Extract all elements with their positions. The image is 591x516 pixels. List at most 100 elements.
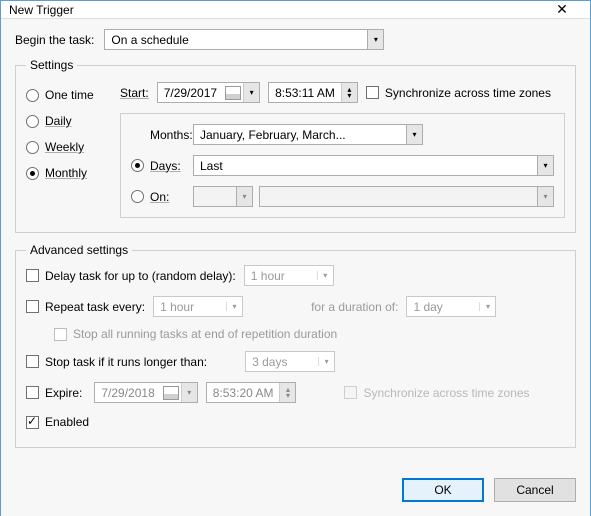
advanced-legend: Advanced settings	[26, 243, 132, 257]
delay-row: Delay task for up to (random delay): 1 h…	[26, 265, 565, 286]
chevron-down-icon: ▾	[406, 125, 422, 144]
on-label: On:	[150, 190, 187, 204]
chevron-down-icon: ▾	[236, 187, 252, 206]
on-row: On: ▾ ▾	[131, 186, 554, 207]
chevron-down-icon: ▾	[537, 187, 553, 206]
expire-row: Expire: 7/29/2018 ▾ 8:53:20 AM ▴▾ Synchr…	[26, 382, 565, 403]
months-value: January, February, March...	[194, 128, 406, 142]
expire-time-value: 8:53:20 AM	[207, 386, 280, 400]
checkbox-icon	[26, 416, 39, 429]
titlebar: New Trigger ✕	[1, 1, 590, 19]
months-select[interactable]: January, February, March... ▾	[193, 124, 423, 145]
checkbox-icon	[26, 300, 39, 313]
radio-daily[interactable]: Daily	[26, 114, 106, 128]
expire-date-input[interactable]: 7/29/2018 ▾	[94, 382, 197, 403]
ok-button[interactable]: OK	[402, 478, 484, 502]
radio-icon	[26, 141, 39, 154]
chevron-down-icon: ▾	[479, 302, 495, 311]
chevron-down-icon: ▾	[318, 357, 334, 366]
on-day-select[interactable]: ▾	[259, 186, 554, 207]
checkbox-icon	[344, 386, 357, 399]
chevron-down-icon: ▾	[367, 30, 383, 49]
months-row: Months: January, February, March... ▾	[131, 124, 554, 145]
radio-icon	[26, 89, 39, 102]
begin-task-row: Begin the task: On a schedule ▾	[15, 29, 576, 50]
start-row: Start: 7/29/2017 ▾ 8:53:11 AM ▴▾ Synchro…	[120, 82, 565, 103]
sync-timezones-checkbox[interactable]: Synchronize across time zones	[366, 86, 551, 100]
radio-icon	[26, 115, 39, 128]
calendar-icon	[225, 86, 241, 100]
radio-weekly-label: Weekly	[45, 140, 84, 154]
repeat-label: Repeat task every:	[45, 300, 145, 314]
begin-task-select[interactable]: On a schedule ▾	[104, 29, 384, 50]
close-icon[interactable]: ✕	[542, 1, 582, 18]
delay-label: Delay task for up to (random delay):	[45, 269, 236, 283]
enabled-row: Enabled	[26, 415, 565, 429]
dialog-buttons: OK Cancel	[1, 468, 590, 516]
days-row: Days: Last ▾	[131, 155, 554, 176]
delay-checkbox[interactable]: Delay task for up to (random delay):	[26, 269, 236, 283]
start-time-value: 8:53:11 AM	[269, 86, 341, 100]
stop-all-label: Stop all running tasks at end of repetit…	[73, 327, 337, 341]
enabled-checkbox[interactable]: Enabled	[26, 415, 89, 429]
chevron-down-icon: ▾	[181, 383, 197, 402]
repeat-checkbox[interactable]: Repeat task every:	[26, 300, 145, 314]
on-week-select[interactable]: ▾	[193, 186, 253, 207]
enabled-label: Enabled	[45, 415, 89, 429]
settings-group: Settings One time Daily Weekly Monthly S…	[15, 58, 576, 233]
stop-if-checkbox[interactable]: Stop task if it runs longer than:	[26, 355, 207, 369]
checkbox-icon	[54, 328, 67, 341]
checkbox-icon	[26, 269, 39, 282]
days-value: Last	[194, 159, 537, 173]
expire-label: Expire:	[45, 386, 82, 400]
radio-weekly[interactable]: Weekly	[26, 140, 106, 154]
dialog-content: Begin the task: On a schedule ▾ Settings…	[1, 19, 590, 468]
stop-all-row: Stop all running tasks at end of repetit…	[54, 327, 565, 341]
radio-one-time[interactable]: One time	[26, 88, 106, 102]
begin-task-value: On a schedule	[105, 33, 367, 47]
checkbox-icon	[26, 355, 39, 368]
chevron-down-icon: ▾	[317, 271, 333, 280]
start-time-input[interactable]: 8:53:11 AM ▴▾	[268, 82, 358, 103]
chevron-down-icon: ▾	[226, 302, 242, 311]
chevron-down-icon: ▾	[537, 156, 553, 175]
sync2-label: Synchronize across time zones	[363, 386, 529, 400]
advanced-group: Advanced settings Delay task for up to (…	[15, 243, 576, 448]
duration-value: 1 day	[407, 300, 479, 314]
days-select[interactable]: Last ▾	[193, 155, 554, 176]
expire-checkbox[interactable]: Expire:	[26, 386, 82, 400]
duration-select[interactable]: 1 day ▾	[406, 296, 496, 317]
start-label: Start:	[120, 86, 149, 100]
stop-all-checkbox: Stop all running tasks at end of repetit…	[54, 327, 337, 341]
settings-legend: Settings	[26, 58, 77, 72]
radio-on[interactable]: On:	[131, 190, 187, 204]
settings-detail: Start: 7/29/2017 ▾ 8:53:11 AM ▴▾ Synchro…	[120, 82, 565, 218]
delay-select[interactable]: 1 hour ▾	[244, 265, 334, 286]
checkbox-icon	[26, 386, 39, 399]
radio-daily-label: Daily	[45, 114, 72, 128]
sync-timezones-label: Synchronize across time zones	[385, 86, 551, 100]
expire-time-input[interactable]: 8:53:20 AM ▴▾	[206, 382, 297, 403]
radio-days[interactable]: Days:	[131, 159, 187, 173]
stop-if-label: Stop task if it runs longer than:	[45, 355, 207, 369]
stop-if-select[interactable]: 3 days ▾	[245, 351, 335, 372]
spinner-icon: ▴▾	[341, 83, 357, 102]
repeat-row: Repeat task every: 1 hour ▾ for a durati…	[26, 296, 565, 317]
start-date-value: 7/29/2017	[158, 86, 223, 100]
radio-icon	[131, 159, 144, 172]
window-title: New Trigger	[9, 3, 542, 17]
stop-if-row: Stop task if it runs longer than: 3 days…	[26, 351, 565, 372]
stop-if-value: 3 days	[246, 355, 318, 369]
radio-monthly[interactable]: Monthly	[26, 166, 106, 180]
spinner-icon: ▴▾	[279, 383, 295, 402]
delay-value: 1 hour	[245, 269, 317, 283]
frequency-column: One time Daily Weekly Monthly	[26, 82, 106, 218]
checkbox-icon	[366, 86, 379, 99]
repeat-select[interactable]: 1 hour ▾	[153, 296, 243, 317]
monthly-subpanel: Months: January, February, March... ▾ Da…	[120, 113, 565, 218]
calendar-icon	[163, 386, 179, 400]
cancel-button[interactable]: Cancel	[494, 478, 576, 502]
months-label: Months:	[150, 128, 187, 142]
sync-timezones-2: Synchronize across time zones	[344, 386, 529, 400]
start-date-input[interactable]: 7/29/2017 ▾	[157, 82, 260, 103]
